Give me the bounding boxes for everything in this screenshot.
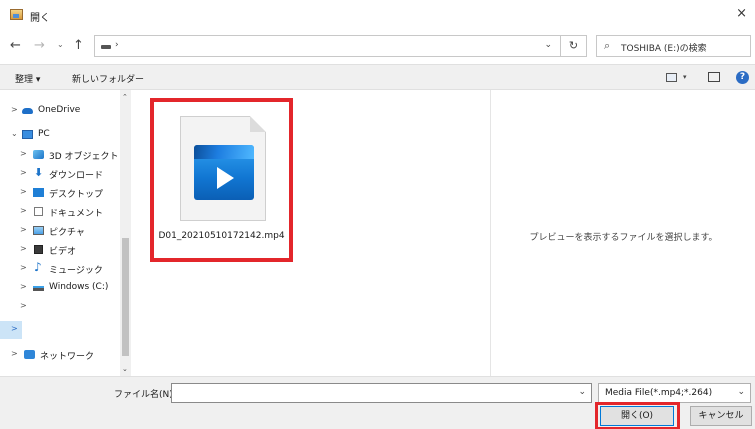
- drive-icon: [33, 286, 44, 291]
- scroll-thumb[interactable]: [122, 238, 129, 356]
- onedrive-cloud-icon: [22, 108, 33, 114]
- page-fold: [250, 116, 266, 132]
- close-button[interactable]: ×: [736, 6, 747, 21]
- organize-button[interactable]: 整理 ▾: [15, 72, 40, 85]
- documents-icon: [34, 207, 43, 216]
- network-icon: [24, 350, 35, 359]
- open-dialog-icon: [10, 9, 23, 20]
- preview-pane-toggle-icon[interactable]: [708, 72, 720, 82]
- back-button[interactable]: ←: [10, 38, 21, 53]
- search-placeholder: TOSHIBA (E:)の検索: [621, 44, 707, 54]
- expand-chevron-icon[interactable]: >: [20, 244, 27, 253]
- navigation-pane: > OneDrive ⌄ PC > 3D オブジェクト > ⬇ ダウンロード >…: [0, 90, 131, 376]
- help-icon[interactable]: ?: [736, 71, 749, 84]
- expand-chevron-icon[interactable]: >: [20, 149, 27, 158]
- window-title: 開く: [30, 13, 50, 24]
- videos-icon: [34, 245, 43, 254]
- file-name-field-label: ファイル名(N):: [114, 390, 176, 400]
- file-item[interactable]: D01_20210510172142.mp4: [150, 98, 293, 262]
- desktop-icon: [33, 188, 44, 197]
- new-folder-button[interactable]: 新しいフォルダー: [72, 72, 144, 85]
- up-button[interactable]: ↑: [73, 38, 84, 53]
- sidebar-item-label: PC: [38, 129, 50, 139]
- sidebar-item-videos[interactable]: > ビデオ: [0, 241, 118, 259]
- expand-chevron-icon[interactable]: >: [20, 301, 27, 310]
- sidebar-item-downloads[interactable]: > ⬇ ダウンロード: [0, 165, 118, 183]
- navigation-bar: ← → ⌄ ↑ › ⌄ ↻ ⌕ TOSHIBA (E:)の検索: [0, 30, 755, 64]
- sidebar-item-music[interactable]: > ♪ ミュージック: [0, 260, 118, 278]
- preview-message: プレビューを表示するファイルを選択します。: [529, 233, 718, 243]
- expand-chevron-icon[interactable]: >: [20, 282, 27, 291]
- sidebar-item-pictures[interactable]: > ピクチャ: [0, 222, 118, 240]
- command-bar: 整理 ▾ 新しいフォルダー ▾ ?: [0, 64, 755, 90]
- sidebar-item-pc[interactable]: ⌄ PC: [0, 126, 118, 144]
- file-type-select[interactable]: Media File(*.mp4;*.264) ⌄: [598, 383, 751, 403]
- sidebar-item-network[interactable]: > ネットワーク: [0, 346, 118, 364]
- file-name-dropdown[interactable]: ⌄: [578, 387, 586, 397]
- forward-button[interactable]: →: [34, 38, 45, 53]
- video-app-icon: [194, 145, 254, 200]
- file-name-field[interactable]: ⌄: [171, 383, 592, 403]
- open-button[interactable]: 開く(O): [600, 406, 674, 426]
- sidebar-item-label: ピクチャ: [49, 228, 85, 238]
- sidebar-item-label: ドキュメント: [49, 209, 104, 219]
- scroll-down-icon[interactable]: ⌄: [122, 365, 128, 373]
- dialog-footer: ファイル名(N): ⌄ Media File(*.mp4;*.264) ⌄ 開く…: [0, 376, 755, 429]
- recent-locations-button[interactable]: ⌄: [57, 40, 64, 49]
- sidebar-item-label: OneDrive: [38, 105, 81, 115]
- expand-chevron-icon[interactable]: >: [20, 225, 27, 234]
- file-type-dropdown[interactable]: ⌄: [737, 387, 745, 397]
- sidebar-item-label: 3D オブジェクト: [49, 152, 119, 162]
- sidebar-item-label: ミュージック: [49, 266, 103, 276]
- view-mode-icon[interactable]: [666, 73, 677, 82]
- navigation-pane-scrollbar[interactable]: ⌃ ⌄: [120, 90, 131, 376]
- search-icon: ⌕: [604, 39, 611, 52]
- expand-chevron-icon[interactable]: >: [20, 206, 27, 215]
- sidebar-item-documents[interactable]: > ドキュメント: [0, 203, 118, 221]
- drive-icon: [101, 45, 111, 49]
- sidebar-item-label: ネットワーク: [40, 352, 95, 362]
- preview-pane: プレビューを表示するファイルを選択します。: [490, 90, 755, 376]
- address-history-dropdown[interactable]: ⌄: [544, 40, 552, 50]
- expand-chevron-icon[interactable]: >: [11, 324, 18, 333]
- sidebar-item-desktop[interactable]: > デスクトップ: [0, 184, 118, 202]
- file-name-label: D01_20210510172142.mp4: [158, 231, 285, 241]
- pictures-icon: [33, 226, 44, 235]
- download-icon: ⬇: [34, 166, 44, 179]
- music-icon: ♪: [34, 260, 42, 274]
- breadcrumb-separator[interactable]: ›: [115, 40, 119, 50]
- view-options-dropdown[interactable]: ▾: [683, 73, 687, 81]
- expand-chevron-icon[interactable]: >: [20, 263, 27, 272]
- sidebar-item-onedrive[interactable]: > OneDrive: [0, 102, 118, 120]
- expand-chevron-icon[interactable]: >: [20, 168, 27, 177]
- sidebar-item-windows-c[interactable]: > Windows (C:): [0, 279, 118, 297]
- sidebar-item-3d-objects[interactable]: > 3D オブジェクト: [0, 146, 119, 164]
- search-input[interactable]: ⌕ TOSHIBA (E:)の検索: [596, 35, 751, 57]
- collapse-chevron-icon[interactable]: ⌄: [11, 129, 18, 138]
- video-file-icon: [180, 116, 266, 221]
- cancel-button[interactable]: キャンセル: [690, 406, 752, 426]
- 3d-objects-icon: [33, 150, 44, 159]
- play-icon: [217, 167, 234, 189]
- address-bar[interactable]: › ⌄: [94, 35, 561, 57]
- expand-chevron-icon[interactable]: >: [11, 349, 18, 358]
- sidebar-item-label: デスクトップ: [49, 190, 104, 200]
- sidebar-item-label: ビデオ: [49, 247, 77, 257]
- expand-chevron-icon[interactable]: >: [20, 187, 27, 196]
- scroll-up-icon[interactable]: ⌃: [122, 93, 128, 101]
- file-list: D01_20210510172142.mp4: [131, 90, 490, 376]
- sidebar-item-label: Windows (C:): [49, 282, 109, 292]
- sidebar-item-unlabeled-selected[interactable]: >: [0, 321, 22, 339]
- title-bar: 開く ×: [0, 0, 755, 30]
- sidebar-item-unlabeled[interactable]: >: [0, 298, 118, 316]
- sidebar-item-label: ダウンロード: [49, 171, 104, 181]
- refresh-button[interactable]: ↻: [561, 35, 587, 57]
- pc-icon: [22, 130, 33, 139]
- file-type-value: Media File(*.mp4;*.264): [605, 388, 713, 398]
- expand-chevron-icon[interactable]: >: [11, 105, 18, 114]
